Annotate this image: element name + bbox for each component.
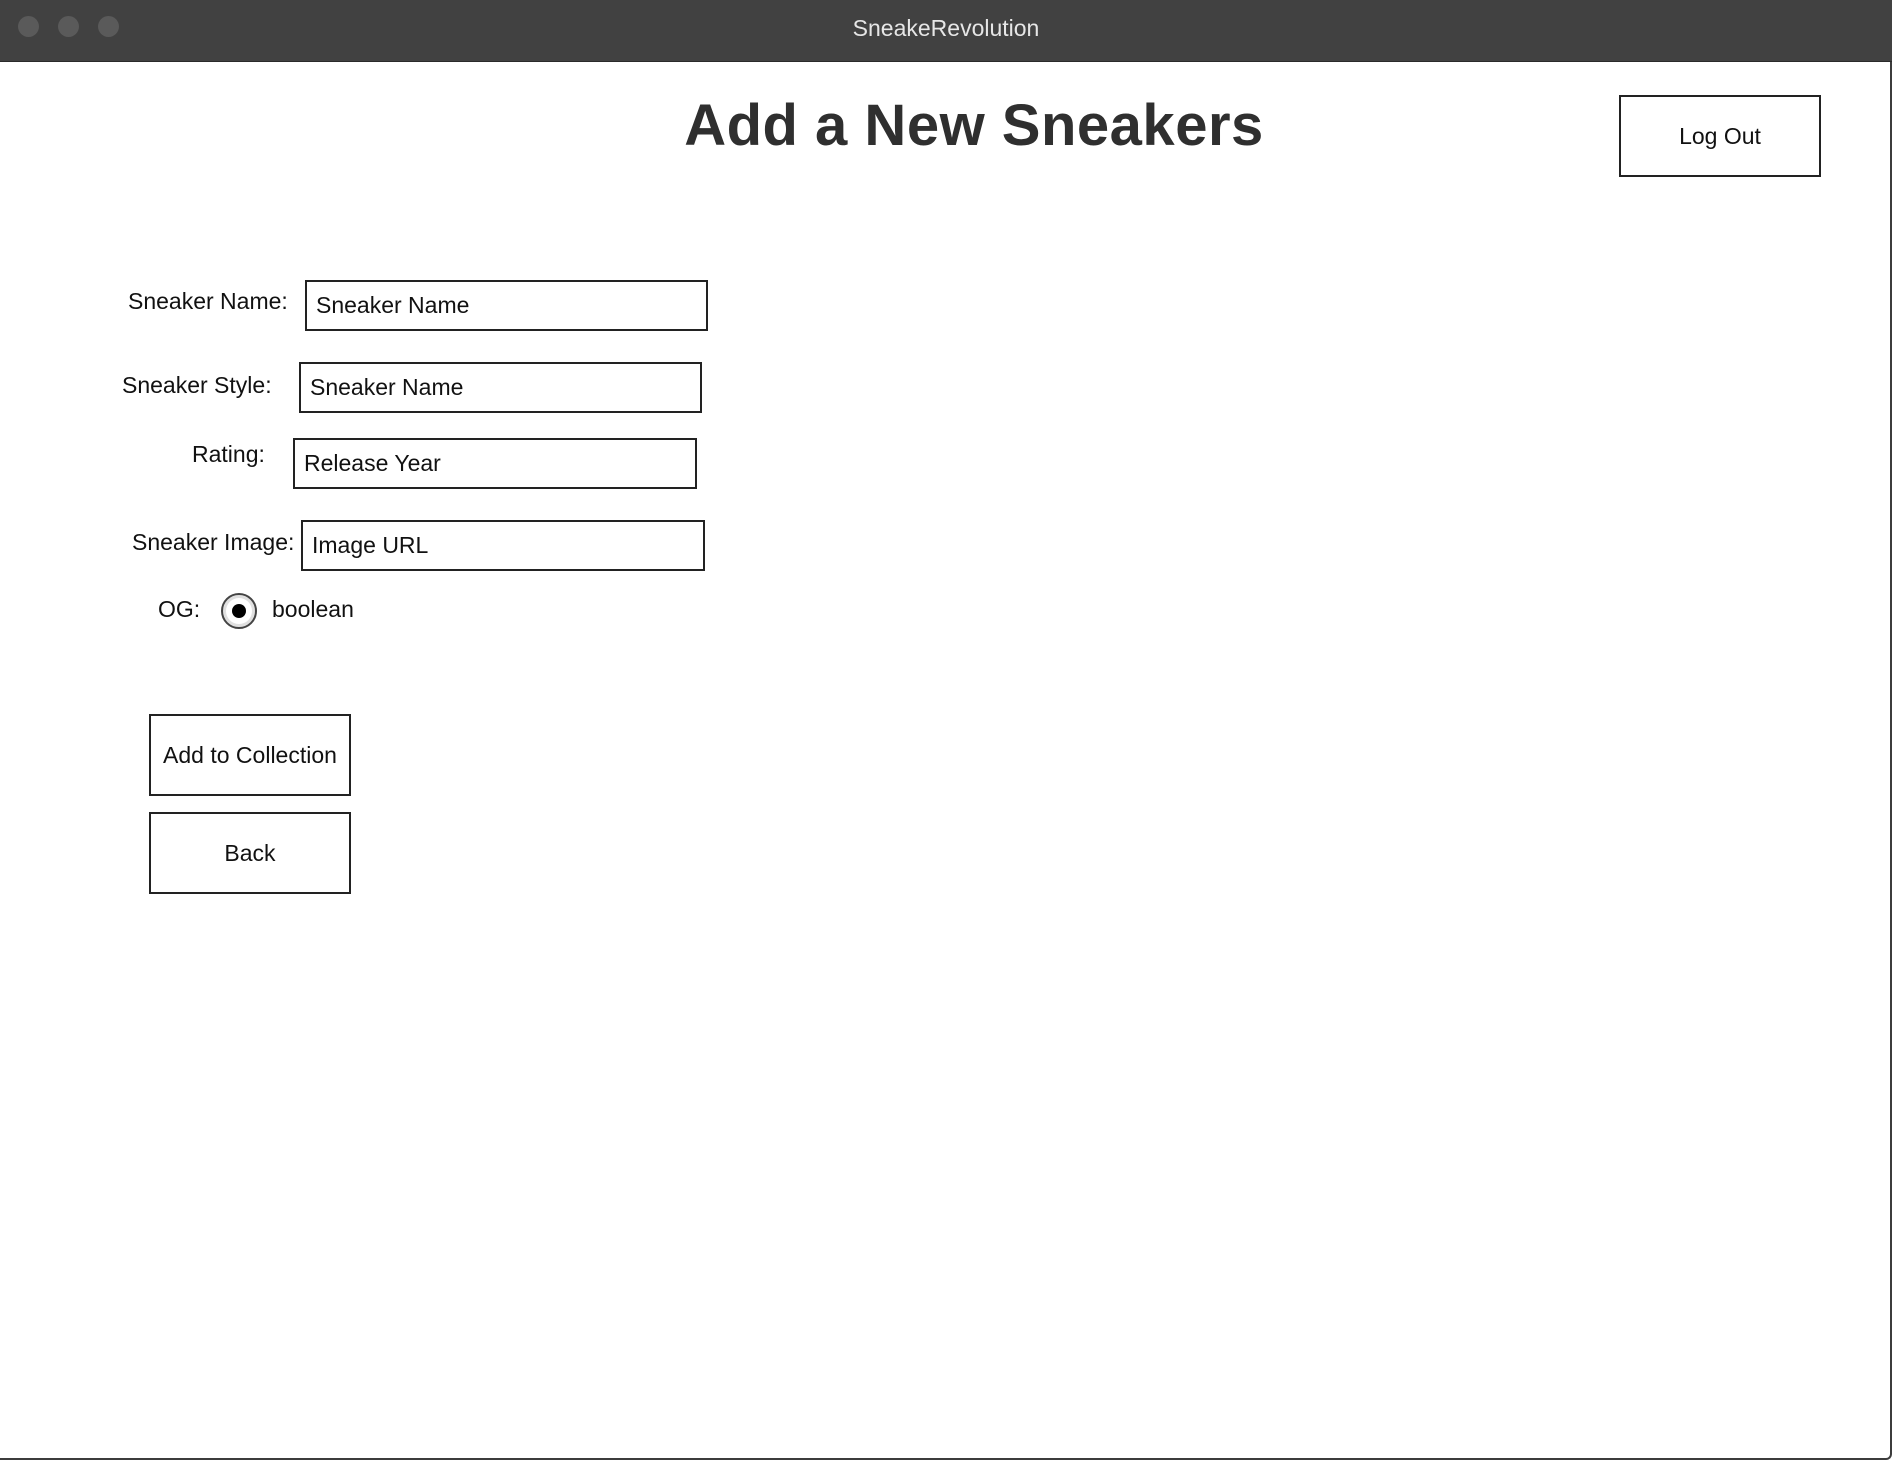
log-out-button[interactable]: Log Out [1619, 95, 1821, 177]
title-bar: SneakeRevolution [0, 0, 1892, 62]
sneaker-name-input[interactable]: Sneaker Name [305, 280, 708, 331]
rating-input[interactable]: Release Year [293, 438, 697, 489]
back-button[interactable]: Back [149, 812, 351, 894]
og-label: OG: [158, 596, 201, 622]
app-window: SneakeRevolution Add a New Sneakers Log … [0, 0, 1892, 1460]
add-to-collection-button[interactable]: Add to Collection [149, 714, 351, 796]
page-title: Add a New Sneakers [684, 93, 1264, 158]
rating-label: Rating: [192, 441, 265, 467]
sneaker-name-label: Sneaker Name: [128, 288, 288, 314]
og-radio[interactable] [221, 593, 257, 629]
sneaker-image-input[interactable]: Image URL [301, 520, 705, 571]
og-option-label: boolean [272, 596, 354, 622]
sneaker-style-label: Sneaker Style: [122, 372, 272, 398]
sneaker-style-input[interactable]: Sneaker Name [299, 362, 702, 413]
radio-selected-dot [232, 604, 246, 618]
window-title: SneakeRevolution [852, 15, 1040, 41]
sneaker-image-label: Sneaker Image: [132, 529, 295, 555]
